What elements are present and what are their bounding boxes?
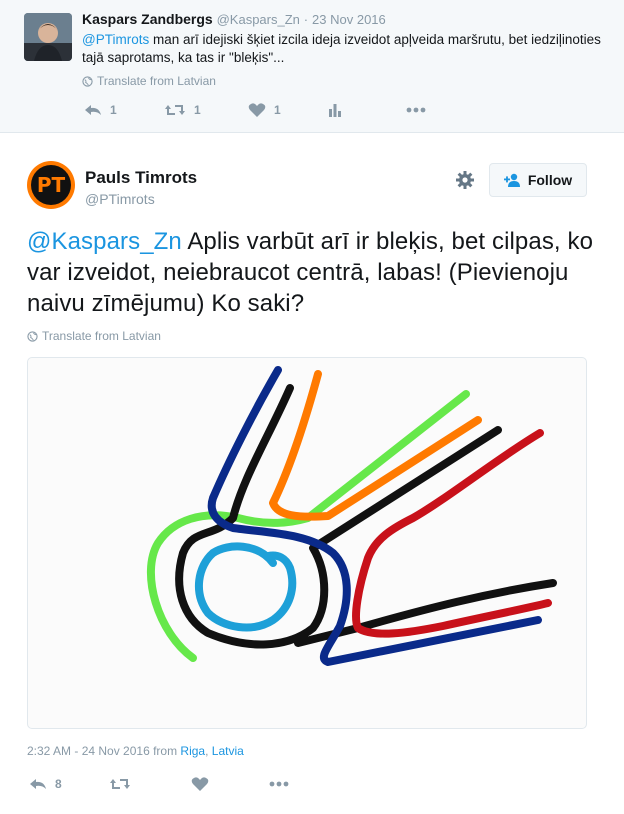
retweet-icon	[110, 779, 130, 789]
more-icon	[406, 107, 426, 113]
tweet-date[interactable]: 23 Nov 2016	[312, 12, 386, 27]
parent-tweet[interactable]: Kaspars Zandbergs @Kaspars_Zn · 23 Nov 2…	[0, 0, 624, 133]
like-button[interactable]: 1	[248, 102, 328, 118]
location-country-link[interactable]: Latvia	[212, 744, 244, 758]
tweet-text: @PTimrots man arī idejiski šķiet izcila …	[82, 31, 602, 67]
analytics-button[interactable]	[328, 103, 406, 117]
tweet-text: @Kaspars_Zn Aplis varbūt arī ir bleķis, …	[27, 226, 607, 319]
mention-link[interactable]: @Kaspars_Zn	[27, 228, 182, 255]
from-label: from	[149, 744, 181, 758]
follow-button[interactable]: Follow	[489, 163, 587, 197]
mention-link[interactable]: @PTimrots	[82, 32, 149, 47]
avatar[interactable]: PT	[27, 161, 75, 209]
reply-button[interactable]: 8	[29, 776, 109, 792]
black-route-line	[175, 384, 557, 649]
reply-button[interactable]: 1	[84, 102, 158, 118]
more-icon	[269, 781, 289, 787]
separator: ·	[303, 12, 309, 27]
reply-count: 8	[55, 777, 62, 791]
heart-icon	[248, 103, 266, 117]
retweet-count: 1	[194, 103, 201, 117]
author-handle[interactable]: @Kaspars_Zn	[217, 12, 300, 27]
retweet-button[interactable]: 1	[164, 102, 248, 118]
timestamp[interactable]: 2:32 AM - 24 Nov 2016	[27, 744, 150, 758]
heart-icon	[191, 777, 209, 791]
translate-label: Translate from Latvian	[42, 329, 161, 343]
author-name[interactable]: Kaspars Zandbergs	[82, 11, 213, 27]
avatar-initials: PT	[37, 173, 66, 197]
more-button[interactable]	[269, 781, 289, 787]
location-separator: ,	[205, 744, 212, 758]
tweet-text-body: man arī idejiski šķiet izcila ideja izve…	[82, 32, 601, 65]
reply-count: 1	[110, 103, 117, 117]
add-user-icon	[503, 173, 520, 187]
retweet-icon	[165, 105, 185, 115]
globe-icon	[82, 75, 93, 87]
follow-label: Follow	[527, 172, 573, 188]
reply-icon	[85, 105, 101, 115]
green-route-line	[146, 390, 470, 662]
more-button[interactable]	[406, 107, 426, 113]
like-count: 1	[274, 103, 281, 117]
tweet-metadata: 2:32 AM - 24 Nov 2016 from Riga, Latvia	[27, 744, 244, 758]
avatar[interactable]	[24, 13, 72, 61]
lightblue-route-line	[194, 542, 297, 632]
translate-link[interactable]: Translate from Latvian	[82, 74, 216, 88]
author-name[interactable]: Pauls Timrots	[85, 168, 197, 188]
globe-icon	[27, 330, 38, 342]
tweet-image[interactable]	[27, 357, 587, 729]
translate-link[interactable]: Translate from Latvian	[27, 329, 161, 343]
translate-label: Translate from Latvian	[97, 74, 216, 88]
analytics-icon	[329, 104, 341, 117]
location-city-link[interactable]: Riga	[180, 744, 205, 758]
gear-icon[interactable]	[455, 170, 475, 190]
retweet-button[interactable]	[109, 776, 191, 792]
route-drawing	[146, 366, 557, 666]
like-button[interactable]	[191, 776, 269, 792]
author-handle[interactable]: @PTimrots	[85, 191, 155, 207]
reply-icon	[30, 779, 46, 789]
